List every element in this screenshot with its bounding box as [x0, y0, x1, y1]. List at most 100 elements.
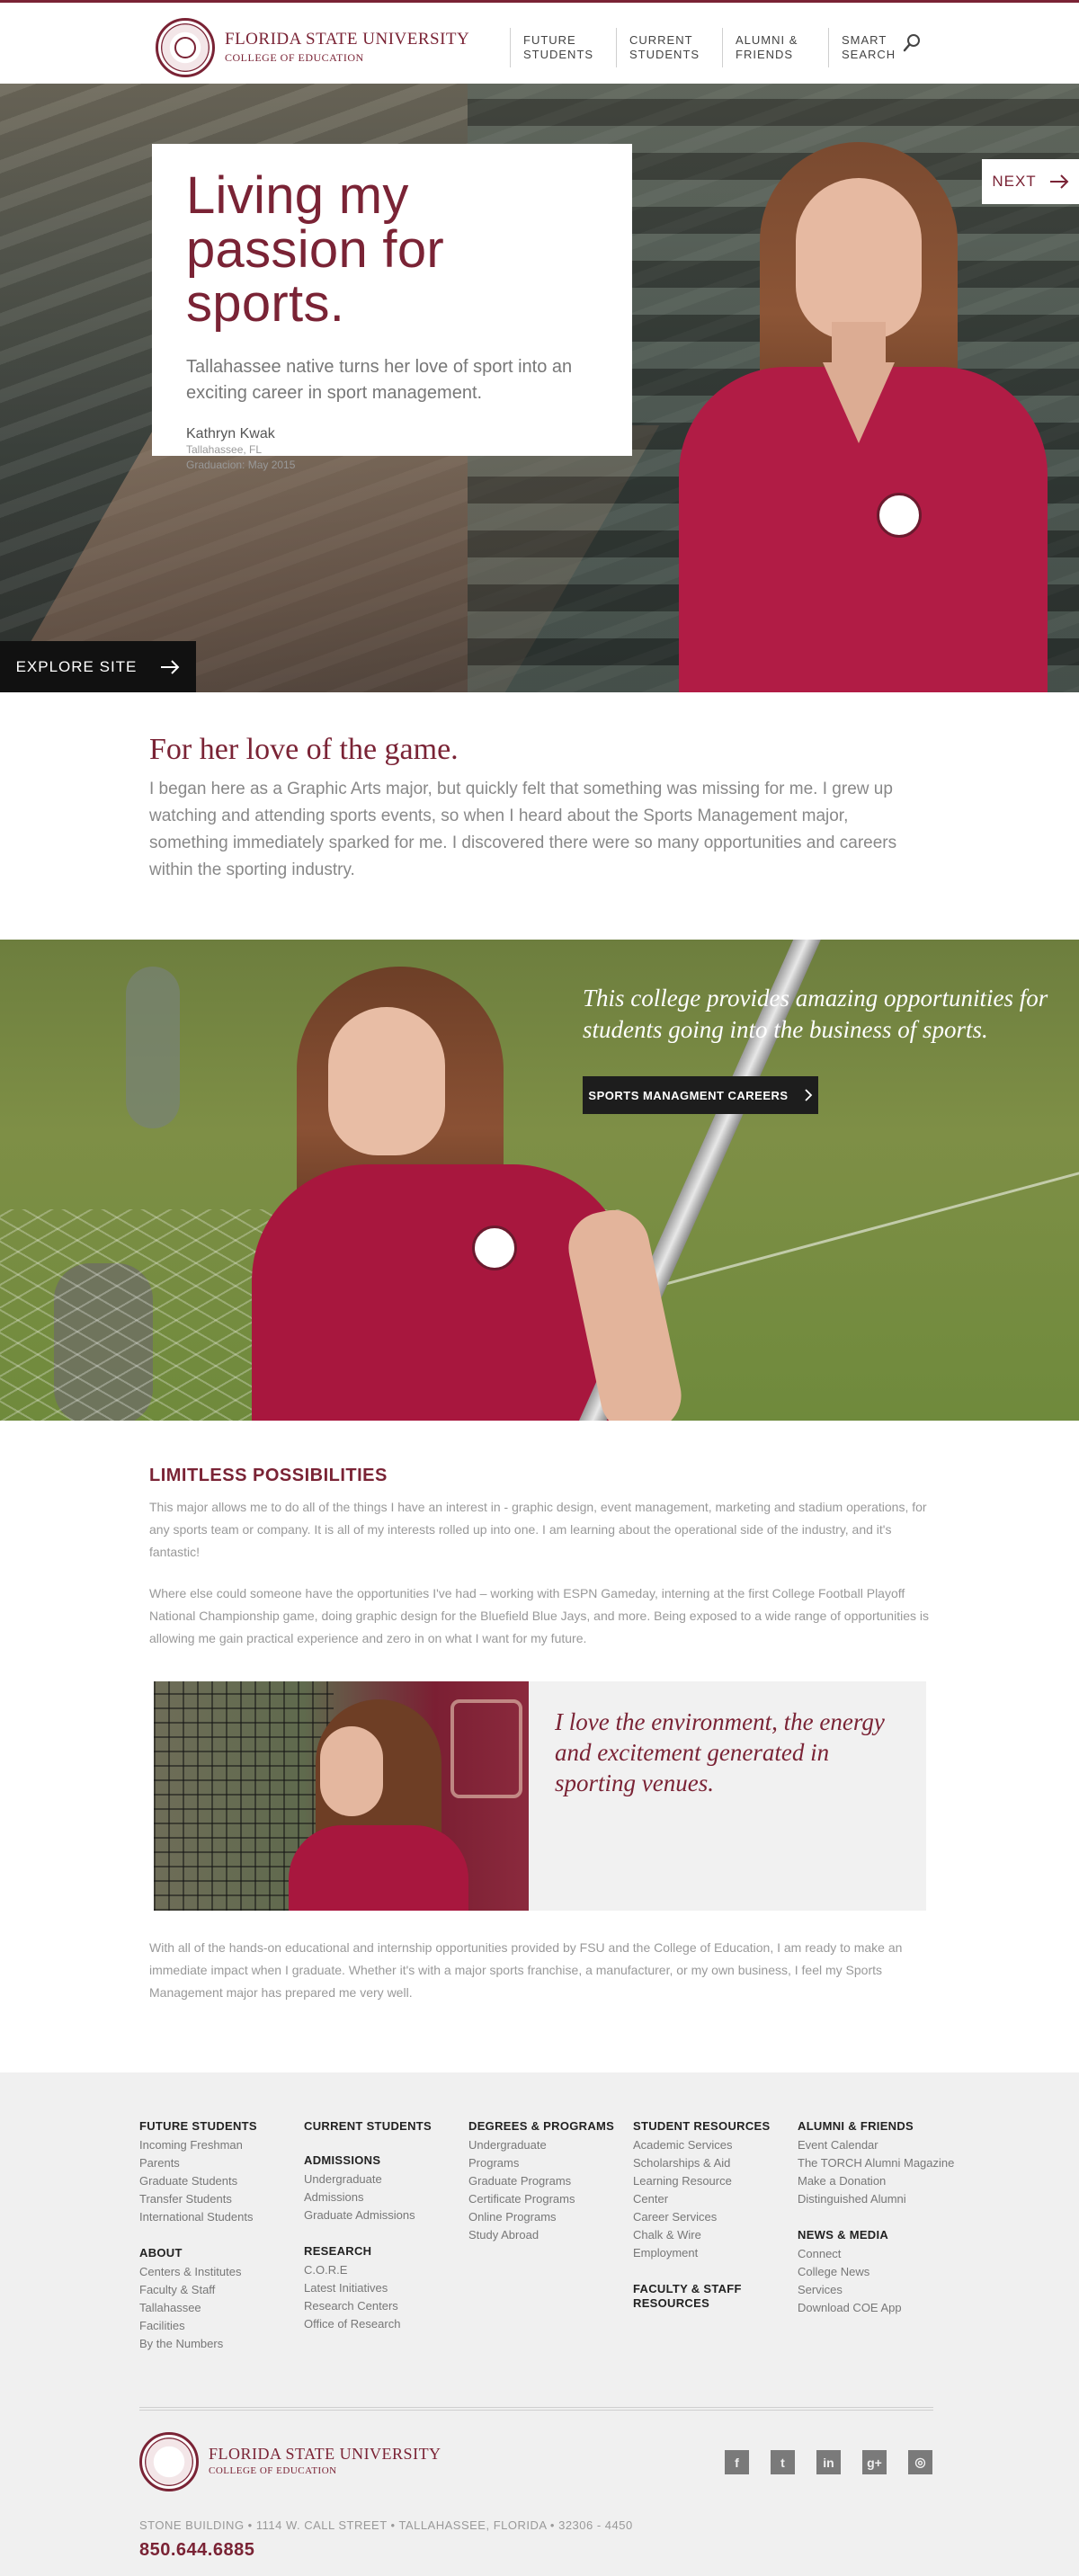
feature-quote: I love the environment, the energy and e… [555, 1708, 885, 1796]
footer-heading[interactable]: NEWS & MEDIA [798, 2228, 954, 2242]
footer-link[interactable]: Facilities [139, 2317, 257, 2335]
footer-link[interactable]: Research Centers [304, 2297, 432, 2315]
hero-story-card: Living my passion for sports. Tallahasse… [152, 144, 632, 471]
careers-button-label: SPORTS MANAGMENT CAREERS [588, 1088, 789, 1102]
footer-column-degrees: DEGREES & PROGRAMS Undergraduate Program… [468, 2119, 614, 2244]
footer-link[interactable]: Scholarships & Aid [633, 2154, 770, 2172]
footer-fsu-seal-logo[interactable] [139, 2432, 199, 2491]
hero-title: Living my passion for sports. [186, 166, 445, 333]
footer-link[interactable]: Employment [633, 2244, 770, 2262]
footer-link[interactable]: Graduate Programs [468, 2172, 614, 2190]
nav-future-students[interactable]: FUTURE STUDENTS [510, 28, 616, 67]
facebook-icon[interactable]: f [725, 2450, 749, 2474]
footer-link[interactable]: Parents [139, 2154, 257, 2172]
footer-link[interactable]: Transfer Students [139, 2190, 257, 2208]
footer-college-name: COLLEGE OF EDUCATION [209, 2465, 337, 2476]
banner-student-photo [252, 1164, 629, 1421]
nav-label: STUDENTS [523, 48, 594, 61]
footer-link[interactable]: Study Abroad [468, 2226, 614, 2244]
nav-label: ALUMNI & [736, 33, 798, 47]
next-label: NEXT [992, 173, 1037, 190]
sports-management-careers-button[interactable]: SPORTS MANAGMENT CAREERS [583, 1076, 818, 1114]
careers-banner: This college provides amazing opportunit… [0, 940, 1079, 1421]
footer-heading[interactable]: CURRENT STUDENTS [304, 2119, 432, 2134]
footer-heading[interactable]: ADMISSIONS [304, 2153, 432, 2168]
footer-link[interactable]: Undergraduate [304, 2170, 432, 2188]
fsu-seal-logo[interactable] [156, 18, 215, 77]
footer-heading[interactable]: FUTURE STUDENTS [139, 2119, 257, 2134]
site-footer: FUTURE STUDENTS Incoming Freshman Parent… [0, 2072, 1079, 2576]
footer-link[interactable]: Centers & Institutes [139, 2263, 257, 2281]
hero-section: Living my passion for sports. Tallahasse… [0, 84, 1079, 692]
limitless-section: LIMITLESS POSSIBILITIES This major allow… [0, 1421, 1079, 2072]
footer-column-resources: STUDENT RESOURCES Academic Services Scho… [633, 2119, 770, 2311]
footer-link[interactable]: Download COE App [798, 2299, 954, 2317]
footer-link[interactable]: Services [798, 2281, 954, 2299]
footer-link[interactable]: Programs [468, 2154, 614, 2172]
footer-link[interactable]: Make a Donation [798, 2172, 954, 2190]
footer-link[interactable]: Learning Resource [633, 2172, 770, 2190]
nav-label: FUTURE [523, 33, 576, 47]
nav-current-students[interactable]: CURRENT STUDENTS [616, 28, 722, 67]
footer-link[interactable]: International Students [139, 2208, 257, 2226]
footer-heading[interactable]: DEGREES & PROGRAMS [468, 2119, 614, 2134]
footer-link[interactable]: Graduate Admissions [304, 2206, 432, 2224]
footer-link[interactable]: Online Programs [468, 2208, 614, 2226]
nav-alumni-friends[interactable]: ALUMNI & FRIENDS [722, 28, 828, 67]
footer-link[interactable]: Career Services [633, 2208, 770, 2226]
feature-quote-block: I love the environment, the energy and e… [154, 1681, 926, 1911]
intro-section: For her love of the game. I began here a… [0, 692, 1079, 940]
student-name: Kathryn Kwak [186, 426, 275, 441]
college-name: COLLEGE OF EDUCATION [225, 51, 364, 64]
limitless-title: LIMITLESS POSSIBILITIES [149, 1466, 388, 1485]
footer-link[interactable]: College News [798, 2263, 954, 2281]
limitless-paragraph: With all of the hands-on educational and… [149, 1940, 903, 2000]
footer-link[interactable]: The TORCH Alumni Magazine [798, 2154, 954, 2172]
footer-heading[interactable]: FACULTY & STAFF RESOURCES [633, 2282, 770, 2311]
footer-link[interactable]: Office of Research [304, 2315, 432, 2333]
footer-link[interactable]: Certificate Programs [468, 2190, 614, 2208]
nav-label: SMART [842, 33, 887, 47]
banner-quote: This college provides amazing opportunit… [583, 985, 1048, 1043]
footer-link[interactable]: Latest Initiatives [304, 2279, 432, 2297]
footer-heading[interactable]: ALUMNI & FRIENDS [798, 2119, 954, 2134]
footer-link[interactable]: Admissions [304, 2188, 432, 2206]
footer-link[interactable]: Graduate Students [139, 2172, 257, 2190]
linkedin-icon[interactable]: in [816, 2450, 841, 2474]
footer-link[interactable]: By the Numbers [139, 2335, 257, 2353]
feature-student-photo [154, 1681, 529, 1911]
footer-divider [139, 2407, 933, 2411]
footer-heading[interactable]: STUDENT RESOURCES [633, 2119, 770, 2134]
instagram-icon[interactable]: ◎ [908, 2450, 932, 2474]
search-icon[interactable] [903, 33, 921, 53]
footer-phone[interactable]: 850.644.6885 [139, 2540, 254, 2561]
footer-link[interactable]: Incoming Freshman [139, 2136, 257, 2154]
nav-label: STUDENTS [629, 48, 700, 61]
explore-site-button[interactable]: EXPLORE SITE [0, 641, 196, 692]
footer-heading[interactable]: ABOUT [139, 2246, 257, 2260]
footer-link[interactable]: Undergraduate [468, 2136, 614, 2154]
footer-heading[interactable]: RESEARCH [304, 2244, 432, 2259]
social-links: f t in g+ ◎ [725, 2450, 932, 2474]
footer-link[interactable]: Tallahassee [139, 2299, 257, 2317]
next-button[interactable]: NEXT [982, 159, 1079, 204]
nav-label: SEARCH [842, 48, 896, 61]
footer-link[interactable]: Faculty & Staff [139, 2281, 257, 2299]
footer-logo-text[interactable]: FLORIDA STATE UNIVERSITY COLLEGE OF EDUC… [209, 2445, 441, 2476]
footer-link[interactable]: Distinguished Alumni [798, 2190, 954, 2208]
limitless-paragraph: Where else could someone have the opport… [149, 1586, 929, 1645]
google-plus-icon[interactable]: g+ [862, 2450, 887, 2474]
explore-label: EXPLORE SITE [15, 657, 138, 675]
intro-body: I began here as a Graphic Arts major, bu… [149, 780, 897, 879]
twitter-icon[interactable]: t [771, 2450, 795, 2474]
university-name: FLORIDA STATE UNIVERSITY [225, 30, 470, 49]
nav-label: FRIENDS [736, 48, 794, 61]
footer-column-alumni: ALUMNI & FRIENDS Event Calendar The TORC… [798, 2119, 954, 2317]
footer-link[interactable]: Chalk & Wire [633, 2226, 770, 2244]
footer-link[interactable]: Academic Services [633, 2136, 770, 2154]
site-logo-text[interactable]: FLORIDA STATE UNIVERSITY COLLEGE OF EDUC… [225, 30, 469, 65]
footer-link[interactable]: Event Calendar [798, 2136, 954, 2154]
footer-link[interactable]: Connect [798, 2245, 954, 2263]
footer-link[interactable]: Center [633, 2190, 770, 2208]
footer-link[interactable]: C.O.R.E [304, 2261, 432, 2279]
